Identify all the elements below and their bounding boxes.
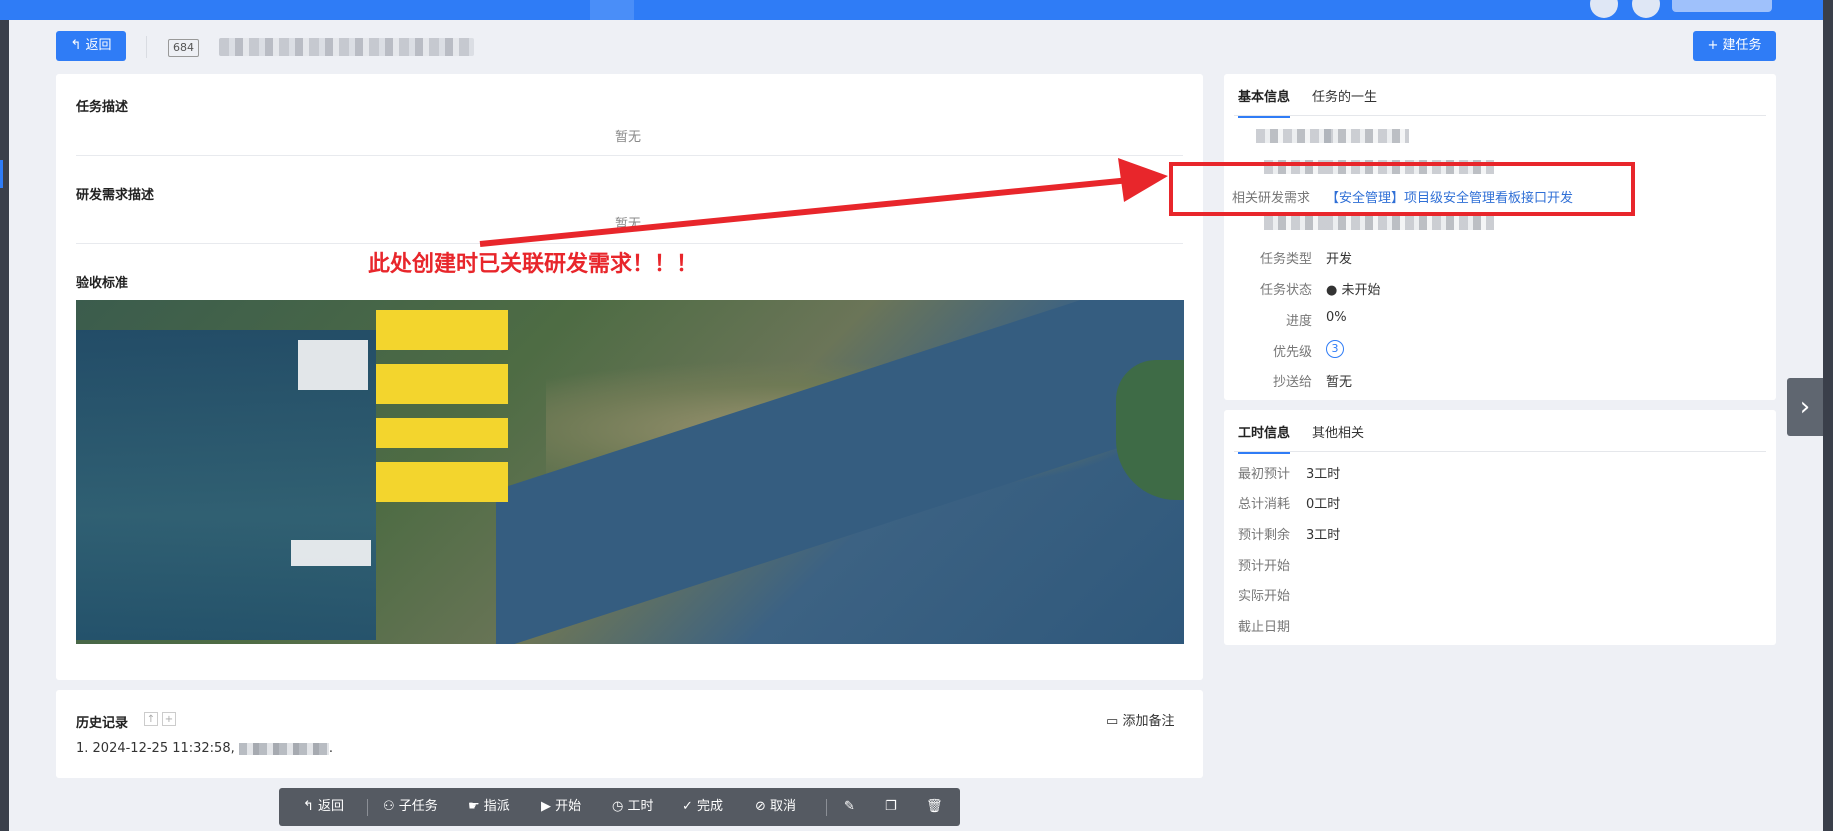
tab-basic-info[interactable]: 基本信息	[1238, 88, 1291, 118]
edit-button[interactable]: ✎	[844, 788, 855, 826]
left-rail	[0, 20, 9, 831]
cc-label: 抄送给	[1272, 375, 1312, 390]
hours-button[interactable]: ◷ 工时	[612, 788, 654, 826]
task-status-value: ● 未开始	[1326, 283, 1381, 298]
task-id-badge: 684	[168, 39, 199, 57]
subtask-button[interactable]: ⚇ 子任务	[383, 788, 438, 826]
header-divider	[146, 36, 147, 58]
edit-icon: ✎	[844, 799, 855, 814]
task-title-redacted	[219, 38, 474, 56]
chevron-right-icon: ›	[1799, 392, 1811, 422]
top-nav-bar	[0, 0, 1833, 20]
basic-info-card: 基本信息 任务的一生 相关研发需求 【安全管理】项目级安全管理看板接口开发 任务…	[1224, 74, 1776, 400]
history-title: 历史记录	[76, 716, 129, 731]
requirement-description-title: 研发需求描述	[76, 188, 155, 203]
progress-value: 0%	[1326, 310, 1347, 325]
task-type-value: 开发	[1326, 252, 1353, 267]
related-requirement-label: 相关研发需求	[1231, 191, 1310, 206]
back-icon: ↰	[303, 799, 314, 814]
cc-value: 暂无	[1326, 375, 1353, 390]
redacted-value	[1324, 129, 1409, 143]
toolbar-back-button[interactable]: ↰ 返回	[303, 788, 344, 826]
history-item: 1. 2024-12-25 11:32:58, .	[76, 741, 334, 756]
actual-start-label: 实际开始	[1238, 589, 1291, 604]
trash-icon: 🗑	[926, 799, 943, 814]
redacted-label	[1264, 216, 1324, 230]
back-icon: ↰	[70, 38, 82, 53]
redacted-user	[238, 742, 329, 755]
redacted-label	[1256, 129, 1331, 143]
add-note-button[interactable]: ▭ 添加备注	[1106, 710, 1174, 729]
redacted-value	[1324, 160, 1494, 174]
redacted-value	[1324, 216, 1494, 230]
acceptance-criteria-title: 验收标准	[76, 276, 129, 291]
expand-panel-button[interactable]: ›	[1787, 378, 1823, 436]
tab-task-lifecycle[interactable]: 任务的一生	[1312, 88, 1377, 116]
task-description-value: 暂无	[614, 130, 641, 145]
action-toolbar: ↰ 返回 ⚇ 子任务 ☛ 指派 ▶ 开始 ◷ 工时 ✓ 完成 ⊘ 取消 ✎ ❐ …	[279, 788, 960, 826]
expand-icon[interactable]: +	[162, 712, 176, 726]
total-consumed-label: 总计消耗	[1238, 497, 1291, 512]
tab-work-hours[interactable]: 工时信息	[1238, 424, 1291, 454]
copy-icon: ❐	[885, 799, 897, 814]
section-divider	[76, 243, 1183, 244]
page-header: ↰ 返回 684 + 建任务	[56, 31, 1776, 65]
cancel-button[interactable]: ⊘ 取消	[755, 788, 796, 826]
remaining-value: 3工时	[1306, 528, 1341, 543]
requirement-description-value: 暂无	[614, 217, 641, 232]
avatar[interactable]	[1632, 0, 1660, 18]
cancel-icon: ⊘	[755, 799, 766, 814]
section-divider	[76, 155, 1183, 156]
assign-button[interactable]: ☛ 指派	[468, 788, 510, 826]
right-rail	[1823, 0, 1833, 831]
annotation-text: 此处创建时已关联研发需求！！！	[368, 252, 699, 277]
task-status-label: 任务状态	[1259, 283, 1312, 298]
initial-estimate-value: 3工时	[1306, 467, 1341, 482]
delete-button[interactable]: 🗑	[926, 788, 943, 826]
estimated-start-label: 预计开始	[1238, 559, 1291, 574]
back-button[interactable]: ↰ 返回	[56, 31, 126, 61]
related-requirement-link[interactable]: 【安全管理】项目级安全管理看板接口开发	[1326, 187, 1573, 206]
priority-badge: 3	[1326, 340, 1344, 358]
remaining-label: 预计剩余	[1238, 528, 1291, 543]
help-icon[interactable]	[1590, 0, 1618, 18]
priority-label: 优先级	[1272, 345, 1312, 360]
hours-icon: ◷	[612, 799, 624, 814]
subtask-icon: ⚇	[383, 799, 395, 814]
total-consumed-value: 0工时	[1306, 497, 1341, 512]
comment-icon: ▭	[1106, 714, 1119, 729]
sort-up-icon[interactable]: ↑	[144, 712, 158, 726]
assign-icon: ☛	[468, 799, 480, 814]
new-task-button[interactable]: + 建任务	[1693, 31, 1776, 61]
start-button[interactable]: ▶ 开始	[541, 788, 581, 826]
copy-button[interactable]: ❐	[885, 788, 897, 826]
task-detail-card: 任务描述 暂无 研发需求描述 暂无 验收标准	[56, 74, 1203, 680]
finish-button[interactable]: ✓ 完成	[682, 788, 723, 826]
plus-icon: +	[1707, 38, 1719, 53]
initial-estimate-label: 最初预计	[1238, 467, 1291, 482]
task-description-title: 任务描述	[76, 100, 129, 115]
progress-label: 进度	[1285, 314, 1312, 329]
deadline-label: 截止日期	[1238, 620, 1291, 635]
work-hours-card: 工时信息 其他相关 最初预计 3工时 总计消耗 0工时 预计剩余 3工时 预计开…	[1224, 410, 1776, 645]
check-circle-icon: ✓	[682, 799, 693, 814]
history-card: 历史记录 ↑ + ▭ 添加备注 1. 2024-12-25 11:32:58, …	[56, 690, 1203, 778]
acceptance-criteria-image	[76, 300, 1184, 644]
top-action-button[interactable]	[1672, 0, 1772, 12]
redacted-label	[1264, 160, 1324, 174]
start-icon: ▶	[541, 799, 551, 814]
nav-active-tab[interactable]	[590, 0, 634, 20]
tab-other-related[interactable]: 其他相关	[1312, 424, 1364, 452]
task-type-label: 任务类型	[1259, 252, 1312, 267]
priority-value: 3	[1326, 340, 1344, 358]
